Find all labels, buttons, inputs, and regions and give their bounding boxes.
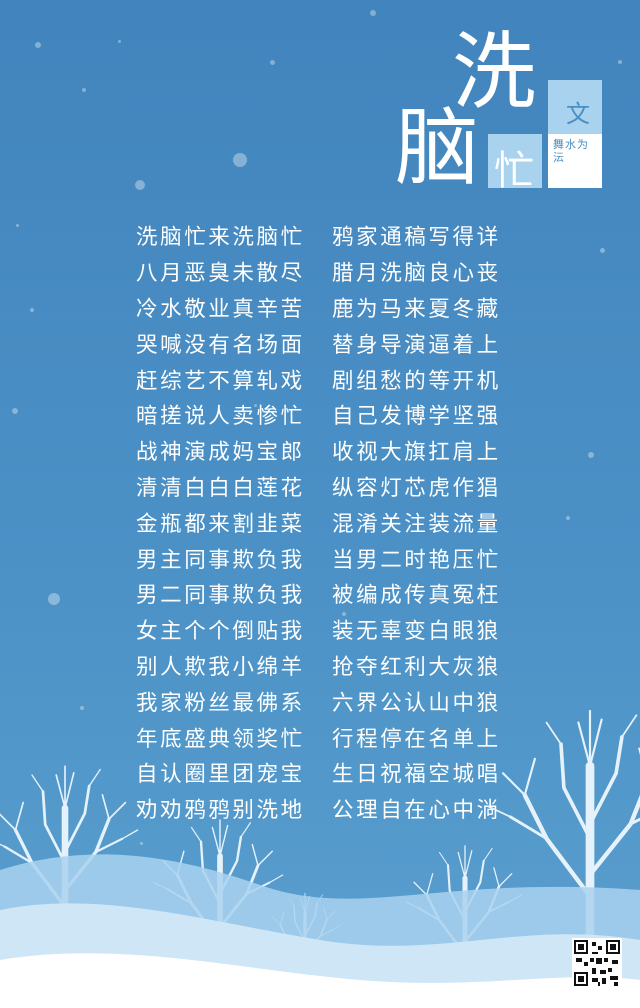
poem-line: 金瓶都来割韭菜 混淆关注装流量 [136,511,501,537]
poem-line: 战神演成妈宝郎 收视大旗扛肩上 [136,440,501,466]
poem-line: 哭喊没有名场面 替身导演逼着上 [136,332,501,358]
author-signature: 舞水为沄 [553,138,589,164]
title-char-brain: 脑 [395,99,480,197]
poem-line: 男主同事欺负我 当男二时艳压忙 [136,547,501,573]
title-char-wen: 文 [566,100,590,128]
poem-line: 暗搓说人卖惨忙 自己发博学坚强 [136,404,501,430]
poem-line: 男二同事欺负我 被编成传真冤枉 [136,583,501,609]
title-char-busy: 忙 [494,148,534,194]
winter-landscape [0,640,640,1008]
qr-code [572,938,622,988]
poem-line: 清清白白白莲花 纵容灯芯虎作猖 [136,475,501,501]
poem-line: 赶综艺不算轧戏 剧组愁的等开机 [136,368,501,394]
poem-line: 洗脑忙来洗脑忙 鸦家通稿写得详 [136,225,501,251]
poem-line: 冷水敬业真辛苦 鹿为马来夏冬藏 [136,296,501,322]
poem-line: 八月恶臭未散尽 腊月洗脑良心丧 [136,261,501,287]
